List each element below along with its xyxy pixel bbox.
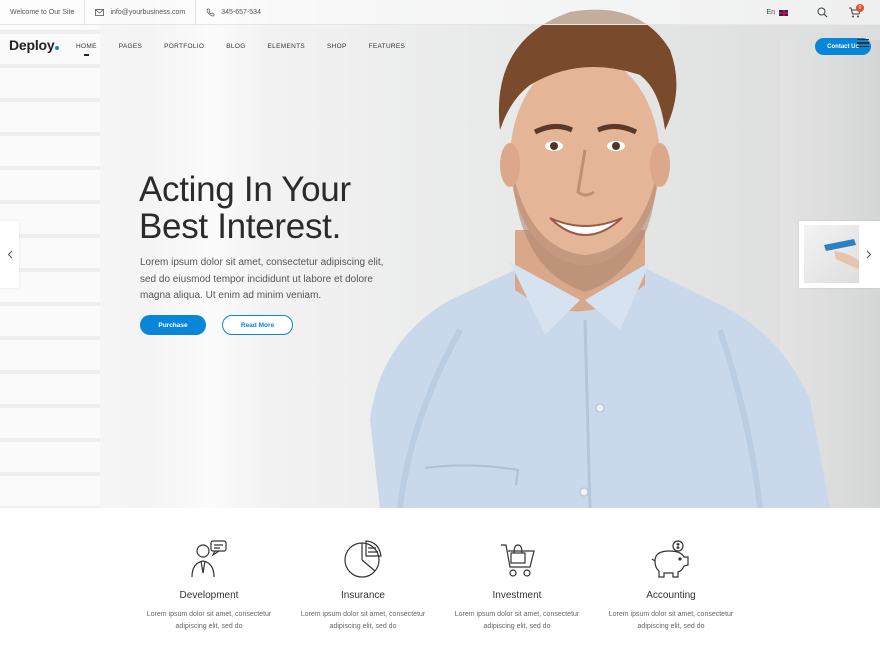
nav-menu: HOME PAGES PORTFOLIO BLOG ELEMENTS SHOP … bbox=[76, 43, 427, 56]
feature-description-line2: adipiscing elit, sed do bbox=[329, 623, 397, 630]
feature-accounting: Accounting Lorem ipsum dolor sit amet, c… bbox=[596, 538, 746, 633]
phone-icon bbox=[206, 8, 215, 16]
language-selector[interactable]: En bbox=[766, 9, 788, 16]
feature-description-line1: Lorem ipsum dolor sit amet, consectetur bbox=[300, 611, 426, 618]
hero-headline: Acting In Your Best Interest. bbox=[139, 171, 351, 245]
feature-insurance: Insurance Lorem ipsum dolor sit amet, co… bbox=[288, 538, 438, 633]
feature-description: Lorem ipsum dolor sit amet, consectetur … bbox=[134, 609, 284, 633]
uk-flag-icon bbox=[779, 9, 788, 16]
feature-description-line1: Lorem ipsum dolor sit amet, consectetur bbox=[608, 611, 734, 618]
piggy-bank-icon bbox=[651, 540, 689, 578]
purchase-button[interactable]: Purchase bbox=[140, 315, 206, 335]
nav-item-features[interactable]: FEATURES bbox=[369, 43, 406, 50]
headline-line-2: Best Interest. bbox=[139, 207, 342, 246]
pie-chart-icon bbox=[344, 540, 382, 578]
phone-item: 345-657-534 bbox=[196, 0, 271, 25]
slider-next-button[interactable] bbox=[799, 221, 880, 288]
envelope-icon bbox=[95, 8, 105, 16]
main-navigation: Deploy HOME PAGES PORTFOLIO BLOG ELEMENT… bbox=[0, 25, 880, 70]
feature-title: Accounting bbox=[646, 590, 696, 601]
nav-item-blog[interactable]: BLOG bbox=[226, 43, 245, 50]
chevron-right-icon bbox=[866, 250, 872, 259]
chevron-left-icon bbox=[7, 250, 12, 259]
hamburger-menu-icon[interactable] bbox=[857, 39, 869, 49]
hero-section bbox=[0, 0, 880, 508]
feature-title: Investment bbox=[492, 590, 542, 601]
nav-item-home[interactable]: HOME bbox=[76, 43, 97, 56]
headline-line-1: Acting In Your bbox=[139, 170, 351, 209]
nav-item-pages[interactable]: PAGES bbox=[119, 43, 142, 50]
phone-number: 345-657-534 bbox=[221, 8, 261, 16]
nav-item-shop[interactable]: SHOP bbox=[327, 43, 347, 50]
cart-count-badge: 0 bbox=[856, 4, 864, 12]
cart-button[interactable]: 0 bbox=[838, 0, 870, 25]
feature-description-line2: adipiscing elit, sed do bbox=[637, 623, 705, 630]
welcome-text: Welcome to Our Site bbox=[10, 8, 75, 16]
features-section: Development Lorem ipsum dolor sit amet, … bbox=[0, 508, 880, 660]
site-logo[interactable]: Deploy bbox=[9, 37, 60, 53]
next-slide-thumbnail bbox=[804, 225, 859, 283]
feature-description: Lorem ipsum dolor sit amet, consectetur … bbox=[596, 609, 746, 633]
read-more-button[interactable]: Read More bbox=[222, 315, 293, 335]
nav-item-portfolio[interactable]: PORTFOLIO bbox=[164, 43, 204, 50]
email-item[interactable]: info@yourbusiness.com bbox=[85, 0, 197, 25]
language-label: En bbox=[766, 9, 775, 16]
feature-description-line1: Lorem ipsum dolor sit amet, consectetur bbox=[454, 611, 580, 618]
hero-description: Lorem ipsum dolor sit amet, consectetur … bbox=[140, 257, 384, 301]
search-button[interactable] bbox=[806, 0, 838, 25]
search-icon bbox=[817, 7, 827, 18]
top-bar: Welcome to Our Site info@yourbusiness.co… bbox=[0, 0, 880, 25]
feature-investment: Investment Lorem ipsum dolor sit amet, c… bbox=[442, 538, 592, 633]
email-link[interactable]: info@yourbusiness.com bbox=[110, 9, 185, 16]
feature-development: Development Lorem ipsum dolor sit amet, … bbox=[134, 538, 284, 633]
person-chat-icon bbox=[191, 540, 227, 578]
feature-description: Lorem ipsum dolor sit amet, consectetur … bbox=[442, 609, 592, 633]
feature-description-line1: Lorem ipsum dolor sit amet, consectetur bbox=[146, 611, 272, 618]
feature-description-line2: adipiscing elit, sed do bbox=[483, 623, 551, 630]
logo-text: Deploy bbox=[9, 37, 55, 53]
nav-item-elements[interactable]: ELEMENTS bbox=[268, 43, 305, 50]
feature-description-line2: adipiscing elit, sed do bbox=[175, 623, 243, 630]
hand-card-image bbox=[824, 239, 859, 269]
feature-title: Insurance bbox=[341, 590, 385, 601]
feature-description: Lorem ipsum dolor sit amet, consectetur … bbox=[288, 609, 438, 633]
slider-prev-button[interactable] bbox=[0, 221, 19, 288]
welcome-text-item: Welcome to Our Site bbox=[0, 0, 86, 25]
logo-dot bbox=[55, 46, 60, 50]
shopping-cart-icon bbox=[501, 544, 535, 577]
hero-person-image bbox=[370, 9, 830, 508]
window-light bbox=[150, 0, 270, 508]
feature-title: Development bbox=[179, 590, 239, 601]
